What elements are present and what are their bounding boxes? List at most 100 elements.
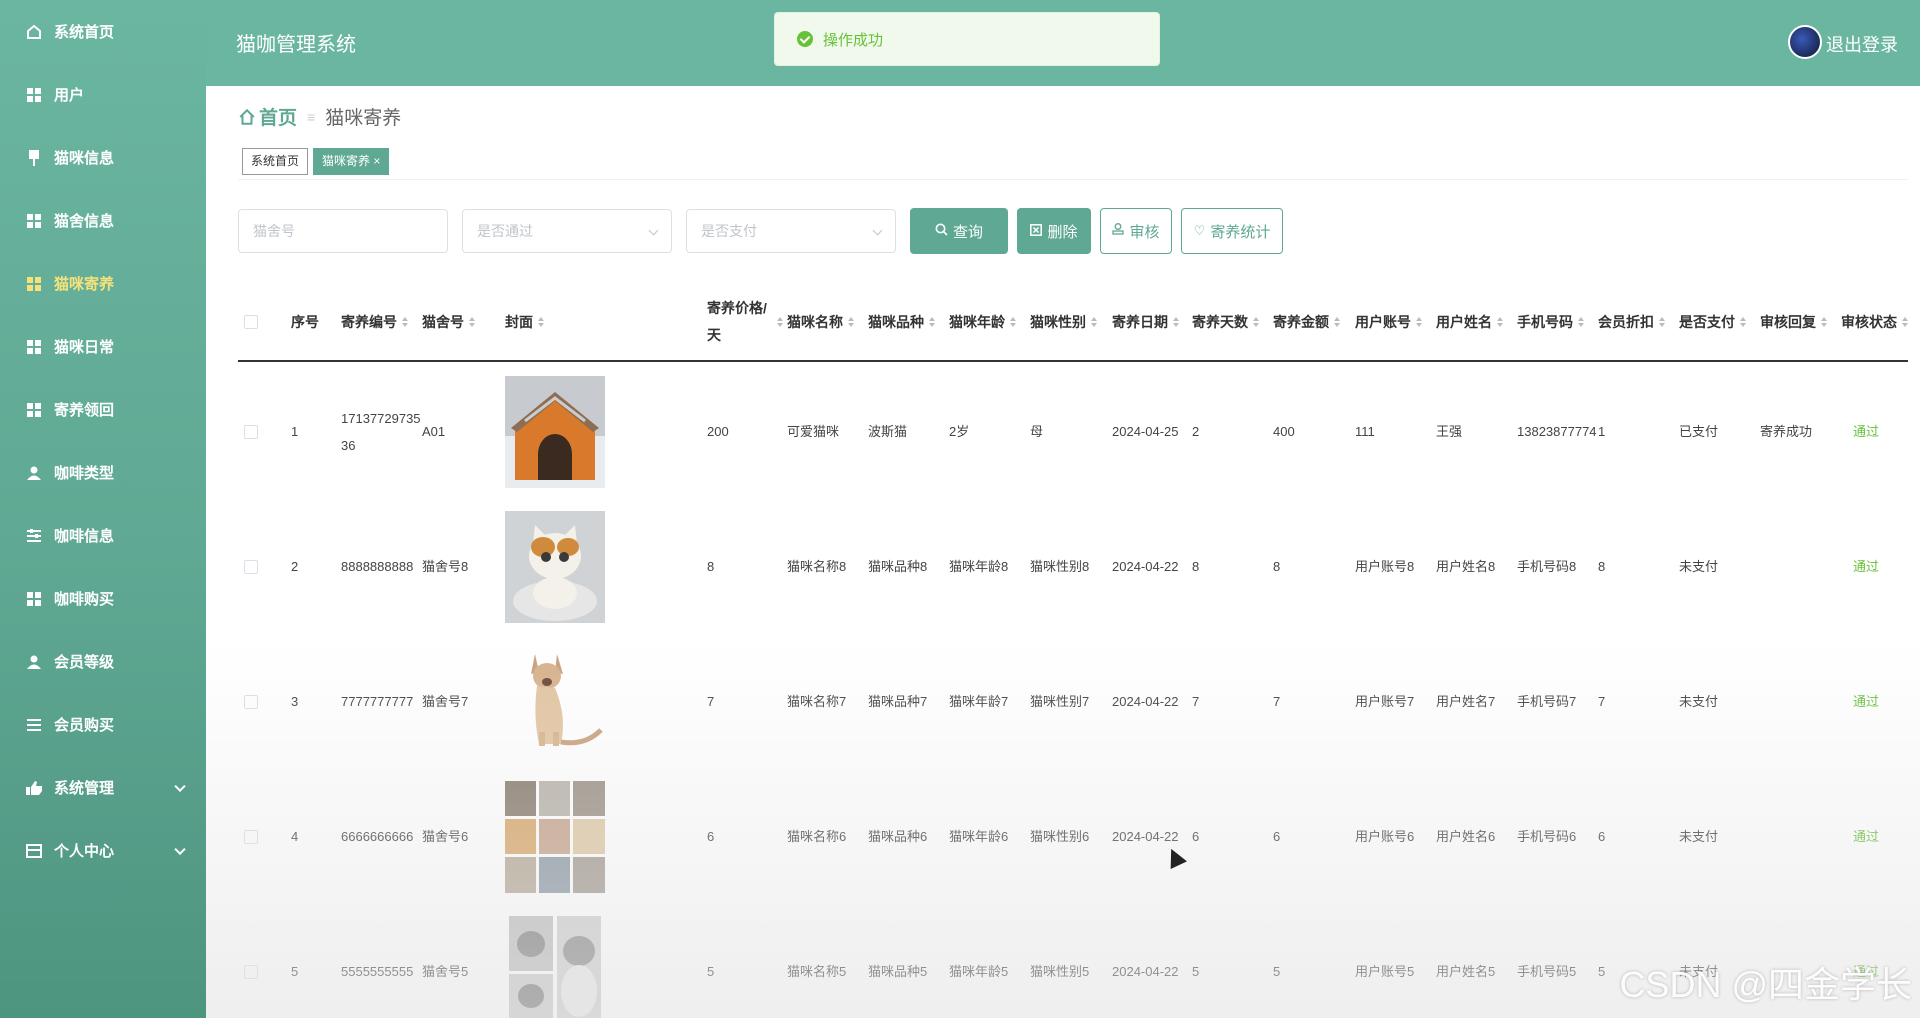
column-header[interactable]: 会员折扣 [1598,282,1665,362]
approved-select[interactable]: 是否通过 [462,209,672,253]
grid-icon [26,87,42,103]
cell-cover[interactable] [505,904,605,1018]
select-all-checkbox[interactable] [244,282,258,362]
cell-discount: 8 [1598,559,1606,574]
sidebar-item-label: 猫咪日常 [54,339,115,356]
sort-icon [538,317,544,327]
cell-reply: 寄养成功 [1760,424,1813,439]
sort-icon[interactable] [772,282,783,362]
avatar[interactable] [1788,25,1822,59]
check-circle-icon [797,31,813,47]
cell-username: 用户姓名7 [1436,694,1496,709]
search-toolbar: 猫舍号 是否通过 是否支付 查询 删除 审核 ♡ 寄养统计 [238,208,1292,254]
chevron-down-icon [648,225,659,236]
boarding-table: 序号 寄养编号 猫舍号 封面 寄养价格/天 猫咪名称 猫咪品种 猫咪年龄 猫咪性… [238,282,1908,1018]
row-checkbox[interactable] [244,769,258,904]
app-title: 猫咖管理系统 [236,34,356,56]
sidebar-item-system-management[interactable]: 系统管理 [0,756,206,819]
row-checkbox[interactable] [244,904,258,1018]
paid-select[interactable]: 是否支付 [686,209,896,253]
cell-cattery: 猫舍号6 [422,829,469,844]
list-icon [26,717,42,733]
toast-message: 操作成功 [823,31,884,49]
sort-icon [1334,317,1340,327]
column-header[interactable]: 猫舍号 [422,282,475,362]
sort-icon [1821,317,1827,327]
delete-button[interactable]: 删除 [1017,208,1091,254]
close-icon[interactable]: × [373,154,380,168]
column-header[interactable]: 审核状态 [1841,282,1908,362]
cell-days: 2 [1192,424,1200,439]
cover-image-siamese-cat [505,645,605,758]
cell-cover[interactable] [505,499,605,634]
table-row[interactable]: 1 1713772973536 A01 200 可爱猫咪 波斯猫 2岁 母 20… [238,364,1908,499]
cell-status: 通过 [1853,559,1880,574]
sidebar-item-member-level[interactable]: 会员等级 [0,630,206,693]
breadcrumb-home[interactable]: 首页 [238,103,297,130]
cell-phone: 手机号码8 [1517,559,1577,574]
sort-icon [402,317,408,327]
sidebar-item-cat-boarding[interactable]: 猫咪寄养 [0,252,206,315]
sidebar-item-home[interactable]: 系统首页 [0,0,206,63]
column-header[interactable]: 寄养金额 [1273,282,1340,362]
grid-icon [26,591,42,607]
row-checkbox[interactable] [244,364,258,499]
sidebar-item-user[interactable]: 用户 [0,63,206,126]
cell-code: 5555555555 [341,964,414,979]
cattery-search-input[interactable]: 猫舍号 [238,209,448,253]
cell-cover[interactable] [505,769,605,904]
logout-button[interactable]: 退出登录 [1826,31,1898,57]
sidebar-item-member-purchase[interactable]: 会员购买 [0,693,206,756]
search-button[interactable]: 查询 [910,208,1008,254]
tag-current[interactable]: 猫咪寄养 × [313,148,390,175]
sidebar-item-coffee-info[interactable]: 咖啡信息 [0,504,206,567]
cell-date: 2024-04-22 [1112,829,1179,844]
column-header[interactable]: 手机号码 [1517,282,1584,362]
card-icon [26,843,42,859]
sidebar-item-personal-center[interactable]: 个人中心 [0,819,206,882]
cell-discount: 6 [1598,829,1606,844]
column-header[interactable]: 寄养价格/天 [707,282,777,362]
column-header[interactable]: 猫咪名称 [787,282,854,362]
table-row[interactable]: 2 8888888888 猫舍号8 8 猫咪名称8 猫咪品种8 猫咪年龄8 猫咪… [238,499,1908,634]
sidebar-item-boarding-return[interactable]: 寄养领回 [0,378,206,441]
column-header[interactable]: 寄养日期 [1112,282,1179,362]
row-checkbox[interactable] [244,499,258,634]
sort-icon [929,317,935,327]
row-checkbox[interactable] [244,634,258,769]
column-header[interactable]: 寄养天数 [1192,282,1259,362]
review-button-label: 审核 [1129,223,1160,241]
cell-days: 7 [1192,694,1200,709]
column-header[interactable]: 审核回复 [1760,282,1827,362]
cell-gender: 猫咪性别5 [1030,964,1090,979]
column-header[interactable]: 猫咪性别 [1030,282,1097,362]
column-header[interactable]: 序号 [291,282,319,362]
cell-price: 8 [707,559,715,574]
cell-account: 用户账号7 [1355,694,1415,709]
tag-home[interactable]: 系统首页 [242,148,309,175]
cell-cover[interactable] [505,364,605,499]
sidebar-item-coffee-type[interactable]: 咖啡类型 [0,441,206,504]
sidebar-item-cat-info[interactable]: 猫咪信息 [0,126,206,189]
table-row[interactable]: 3 7777777777 猫舍号7 7 猫咪名称7 猫咪品种7 猫咪年龄7 猫咪… [238,634,1908,769]
sidebar-item-label: 咖啡购买 [54,591,115,608]
column-header[interactable]: 用户姓名 [1436,282,1503,362]
column-header[interactable]: 猫咪年龄 [949,282,1016,362]
cell-amount: 7 [1273,694,1281,709]
column-header[interactable]: 寄养编号 [341,282,408,362]
review-button[interactable]: 审核 [1100,208,1172,254]
sidebar-item-coffee-purchase[interactable]: 咖啡购买 [0,567,206,630]
cell-cover[interactable] [505,634,605,769]
column-header[interactable]: 猫咪品种 [868,282,935,362]
cell-discount: 1 [1598,424,1606,439]
boarding-stats-button[interactable]: ♡ 寄养统计 [1181,208,1283,254]
column-header[interactable]: 用户账号 [1355,282,1422,362]
table-row[interactable]: 4 6666666666 猫舍号6 6 猫咪名称6 猫咪品种6 猫咪年龄6 猫咪… [238,769,1908,904]
cell-age: 猫咪年龄6 [949,829,1009,844]
column-header[interactable]: 封面 [505,282,544,362]
cover-image-cat-house [505,375,605,488]
column-header[interactable]: 是否支付 [1679,282,1746,362]
sidebar-item-cat-daily[interactable]: 猫咪日常 [0,315,206,378]
sidebar-item-cattery-info[interactable]: 猫舍信息 [0,189,206,252]
sort-icon [1010,317,1016,327]
